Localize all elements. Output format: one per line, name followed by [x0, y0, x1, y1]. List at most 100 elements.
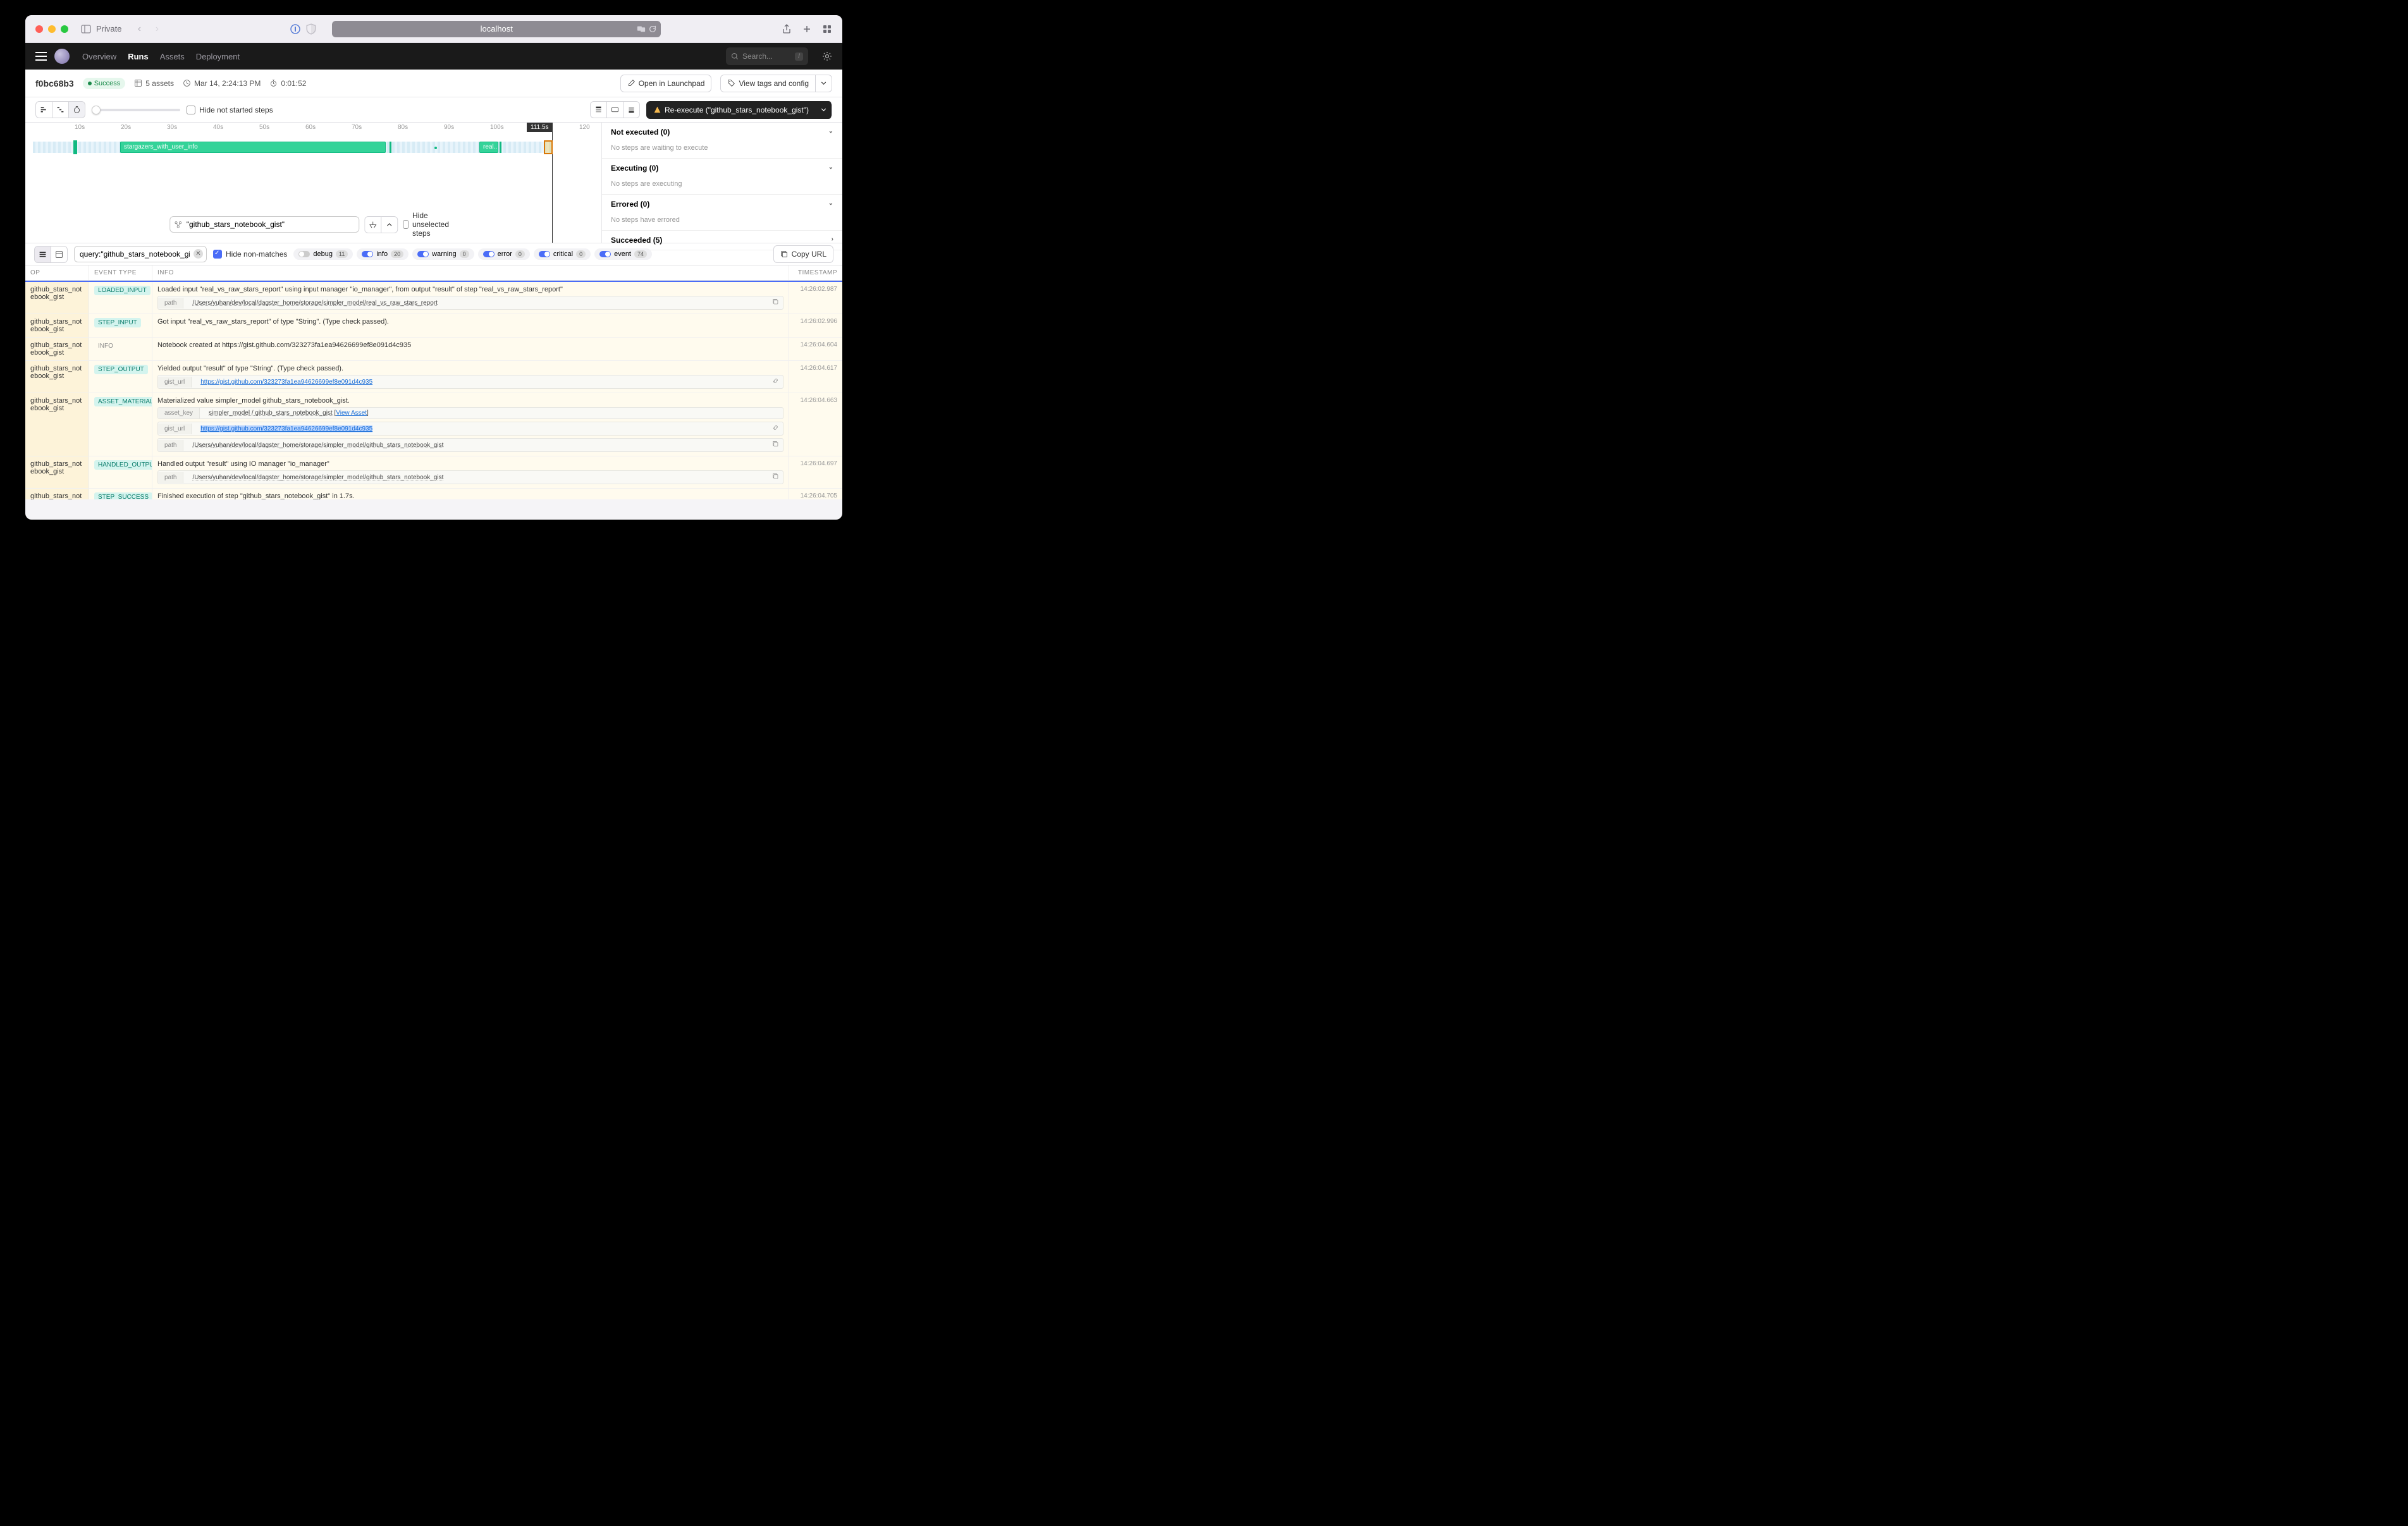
- reload-icon[interactable]: [648, 25, 657, 34]
- level-error[interactable]: error0: [478, 248, 530, 260]
- hide-unselected-checkbox[interactable]: Hide unselected steps: [403, 211, 458, 238]
- gantt-selected-step[interactable]: [544, 140, 553, 154]
- zoom-slider[interactable]: [92, 109, 180, 111]
- gantt-toolbar: Hide not started steps Re-execute ("gith…: [25, 97, 842, 123]
- tick: 100s: [490, 124, 504, 131]
- run-id: f0bc68b3: [35, 78, 74, 89]
- open-launchpad-button[interactable]: Open in Launchpad: [620, 75, 712, 92]
- more-actions-button[interactable]: [815, 75, 832, 92]
- status-badge: Success: [83, 78, 126, 89]
- metadata-row: gist_urlhttps://gist.github.com/323273fa…: [157, 422, 783, 436]
- hide-non-matches-checkbox[interactable]: Hide non-matches: [213, 250, 287, 259]
- metadata-row: path/Users/yuhan/dev/local/dagster_home/…: [157, 470, 783, 484]
- url-text: localhost: [481, 24, 513, 34]
- metadata-row: path/Users/yuhan/dev/local/dagster_home/…: [157, 438, 783, 452]
- gantt-flat-button[interactable]: [35, 101, 52, 118]
- search-icon: [731, 52, 739, 60]
- gear-icon[interactable]: [822, 51, 832, 61]
- forward-button[interactable]: ›: [149, 21, 164, 37]
- tick: 50s: [259, 124, 269, 131]
- log-row[interactable]: github_stars_notebook_gist LOADED_INPUT …: [25, 282, 842, 314]
- section-executing[interactable]: Executing (0)⌄: [602, 159, 842, 178]
- gantt-time-button[interactable]: [68, 101, 85, 118]
- level-critical[interactable]: critical0: [534, 248, 591, 260]
- gantt-filter-input[interactable]: [169, 216, 359, 233]
- copy-url-button[interactable]: Copy URL: [773, 245, 833, 263]
- copy-icon[interactable]: [768, 296, 783, 309]
- metadata-row: asset_keysimpler_model / github_stars_no…: [157, 407, 783, 419]
- reexecute-button[interactable]: Re-execute ("github_stars_notebook_gist"…: [646, 101, 815, 119]
- level-info[interactable]: info20: [357, 248, 408, 260]
- gantt-bar-real[interactable]: real...: [479, 142, 498, 153]
- level-debug[interactable]: debug11: [293, 248, 353, 260]
- tick: 30s: [167, 124, 177, 131]
- reexecute-dropdown[interactable]: [815, 101, 832, 119]
- section-errored[interactable]: Errored (0)⌄: [602, 195, 842, 214]
- log-row[interactable]: github_stars_notebook_gist STEP_SUCCESS …: [25, 489, 842, 499]
- logs-raw-button[interactable]: [51, 246, 68, 263]
- link-icon[interactable]: [768, 422, 783, 435]
- tabs-icon[interactable]: [822, 24, 832, 34]
- copy-icon[interactable]: [768, 471, 783, 484]
- level-warning[interactable]: warning0: [412, 248, 474, 260]
- logs-query-input[interactable]: [74, 246, 207, 262]
- nav-deployment[interactable]: Deployment: [196, 52, 240, 61]
- current-time-badge: 111.5s: [527, 123, 553, 132]
- close-window-button[interactable]: [35, 25, 43, 33]
- onepassword-icon[interactable]: [290, 24, 300, 34]
- translate-icon[interactable]: [637, 25, 646, 34]
- sidebar-toggle-icon[interactable]: [81, 24, 91, 34]
- copy-icon[interactable]: [768, 439, 783, 451]
- view-opt-1[interactable]: [590, 101, 606, 118]
- view-opt-2[interactable]: [606, 101, 623, 118]
- view-opt-3[interactable]: [623, 101, 640, 118]
- gantt-chart[interactable]: 10s20s30s40s50s60s70s80s90s100s 111.5s 1…: [25, 123, 602, 243]
- view-tags-button[interactable]: View tags and config: [720, 75, 815, 92]
- log-table: OP EVENT TYPE INFO TIMESTAMP github_star…: [25, 266, 842, 499]
- log-row[interactable]: github_stars_notebook_gist INFO Notebook…: [25, 338, 842, 361]
- hide-not-started-checkbox[interactable]: Hide not started steps: [187, 106, 273, 114]
- filter-graph-icon: [174, 221, 182, 229]
- assets-count[interactable]: 5 assets: [134, 79, 174, 88]
- nav-overview[interactable]: Overview: [82, 52, 116, 61]
- nav-assets[interactable]: Assets: [160, 52, 185, 61]
- browser-window: Private ‹ › localhost Overview Runs: [25, 15, 842, 520]
- log-row[interactable]: github_stars_notebook_gist HANDLED_OUTPU…: [25, 456, 842, 489]
- duration: 0:01:52: [269, 79, 306, 88]
- logs-structured-button[interactable]: [34, 246, 51, 263]
- minimize-window-button[interactable]: [48, 25, 56, 33]
- gantt-bar-stargazers[interactable]: stargazers_with_user_info: [120, 142, 386, 153]
- tick: 70s: [352, 124, 362, 131]
- shield-icon[interactable]: [305, 23, 317, 35]
- log-row[interactable]: github_stars_notebook_gist ASSET_MATERIA…: [25, 393, 842, 456]
- url-bar[interactable]: localhost: [332, 21, 661, 37]
- nav-runs[interactable]: Runs: [128, 52, 149, 61]
- dagster-logo[interactable]: [54, 49, 70, 64]
- tick: 90s: [444, 124, 454, 131]
- share-icon[interactable]: [782, 24, 792, 34]
- menu-icon[interactable]: [35, 52, 47, 61]
- filter-clear-button[interactable]: [364, 216, 381, 233]
- clear-query-button[interactable]: ✕: [194, 249, 203, 259]
- tick: 10s: [75, 124, 85, 131]
- level-event[interactable]: event74: [594, 248, 652, 260]
- back-button[interactable]: ‹: [132, 21, 147, 37]
- metadata-row: path/Users/yuhan/dev/local/dagster_home/…: [157, 296, 783, 310]
- section-not-executed[interactable]: Not executed (0)⌄: [602, 123, 842, 142]
- metadata-row: gist_urlhttps://gist.github.com/323273fa…: [157, 375, 783, 389]
- app-header: Overview Runs Assets Deployment Search..…: [25, 43, 842, 70]
- tick: 80s: [398, 124, 408, 131]
- search-input[interactable]: Search... /: [726, 47, 808, 65]
- gantt-waterfall-button[interactable]: [52, 101, 68, 118]
- titlebar: Private ‹ › localhost: [25, 15, 842, 43]
- log-row[interactable]: github_stars_notebook_gist STEP_INPUT Go…: [25, 314, 842, 338]
- maximize-window-button[interactable]: [61, 25, 68, 33]
- start-time: Mar 14, 2:24:13 PM: [183, 79, 261, 88]
- log-row[interactable]: github_stars_notebook_gist STEP_OUTPUT Y…: [25, 361, 842, 393]
- tick: 40s: [213, 124, 223, 131]
- link-icon[interactable]: [768, 375, 783, 388]
- filter-expand-button[interactable]: [381, 216, 398, 233]
- new-tab-icon[interactable]: [802, 24, 812, 34]
- private-label: Private: [96, 24, 121, 34]
- timeline-ticks: 10s20s30s40s50s60s70s80s90s100s: [25, 123, 601, 134]
